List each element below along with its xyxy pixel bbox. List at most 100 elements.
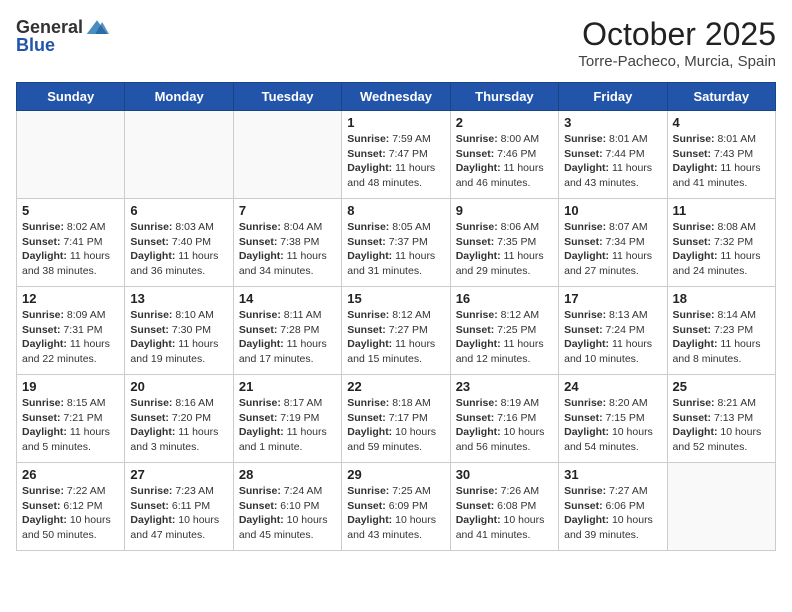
day-info: Sunrise: 8:09 AMSunset: 7:31 PMDaylight:… xyxy=(22,308,119,367)
calendar-cell: 17 Sunrise: 8:13 AMSunset: 7:24 PMDayligh… xyxy=(559,287,667,375)
header: General Blue October 2025 Torre-Pacheco,… xyxy=(16,16,776,70)
calendar-cell: 13 Sunrise: 8:10 AMSunset: 7:30 PMDayligh… xyxy=(125,287,233,375)
day-number: 14 xyxy=(239,291,336,306)
calendar-cell: 31 Sunrise: 7:27 AMSunset: 6:06 PMDayligh… xyxy=(559,463,667,551)
calendar-cell: 14 Sunrise: 8:11 AMSunset: 7:28 PMDayligh… xyxy=(233,287,341,375)
day-info: Sunrise: 7:22 AMSunset: 6:12 PMDaylight:… xyxy=(22,484,119,543)
day-number: 5 xyxy=(22,203,119,218)
day-of-week-sunday: Sunday xyxy=(17,83,125,111)
calendar-header-row: SundayMondayTuesdayWednesdayThursdayFrid… xyxy=(17,83,776,111)
day-info: Sunrise: 8:12 AMSunset: 7:25 PMDaylight:… xyxy=(456,308,553,367)
title-area: October 2025 Torre-Pacheco, Murcia, Spai… xyxy=(578,16,776,70)
calendar-cell: 6Sunrise: 8:03 AMSunset: 7:40 PMDaylight… xyxy=(125,199,233,287)
calendar-cell: 29Sunrise: 7:25 AMSunset: 6:09 PMDayligh… xyxy=(342,463,450,551)
day-info: Sunrise: 8:17 AMSunset: 7:19 PMDaylight:… xyxy=(239,396,336,455)
day-number: 11 xyxy=(673,203,770,218)
week-row-1: 1 Sunrise: 7:59 AMSunset: 7:47 PMDaylight… xyxy=(17,111,776,199)
day-info: Sunrise: 8:01 AMSunset: 7:43 PMDaylight:… xyxy=(673,132,770,191)
day-info: Sunrise: 8:11 AMSunset: 7:28 PMDaylight:… xyxy=(239,308,336,367)
day-number: 12 xyxy=(22,291,119,306)
day-number: 4 xyxy=(673,115,770,130)
day-info: Sunrise: 7:26 AMSunset: 6:08 PMDaylight:… xyxy=(456,484,553,543)
day-info: Sunrise: 8:12 AMSunset: 7:27 PMDaylight:… xyxy=(347,308,444,367)
day-info: Sunrise: 8:18 AMSunset: 7:17 PMDaylight:… xyxy=(347,396,444,455)
day-number: 7 xyxy=(239,203,336,218)
logo-blue: Blue xyxy=(16,36,55,56)
calendar-cell xyxy=(17,111,125,199)
day-number: 6 xyxy=(130,203,227,218)
day-number: 20 xyxy=(130,379,227,394)
day-info: Sunrise: 8:13 AMSunset: 7:24 PMDaylight:… xyxy=(564,308,661,367)
day-number: 31 xyxy=(564,467,661,482)
calendar-cell: 10 Sunrise: 8:07 AMSunset: 7:34 PMDayligh… xyxy=(559,199,667,287)
day-number: 1 xyxy=(347,115,444,130)
calendar-cell: 27Sunrise: 7:23 AMSunset: 6:11 PMDayligh… xyxy=(125,463,233,551)
day-number: 8 xyxy=(347,203,444,218)
day-number: 22 xyxy=(347,379,444,394)
calendar-cell: 7Sunrise: 8:04 AMSunset: 7:38 PMDaylight… xyxy=(233,199,341,287)
calendar-cell: 12 Sunrise: 8:09 AMSunset: 7:31 PMDayligh… xyxy=(17,287,125,375)
day-info: Sunrise: 8:07 AMSunset: 7:34 PMDaylight:… xyxy=(564,220,661,279)
day-info: Sunrise: 8:10 AMSunset: 7:30 PMDaylight:… xyxy=(130,308,227,367)
calendar-cell xyxy=(125,111,233,199)
day-info: Sunrise: 8:02 AMSunset: 7:41 PMDaylight:… xyxy=(22,220,119,279)
day-number: 2 xyxy=(456,115,553,130)
calendar-cell xyxy=(667,463,775,551)
day-info: Sunrise: 7:59 AMSunset: 7:47 PMDaylight:… xyxy=(347,132,444,191)
day-of-week-thursday: Thursday xyxy=(450,83,558,111)
day-of-week-wednesday: Wednesday xyxy=(342,83,450,111)
day-number: 19 xyxy=(22,379,119,394)
week-row-5: 26 Sunrise: 7:22 AMSunset: 6:12 PMDayligh… xyxy=(17,463,776,551)
calendar-cell: 5 Sunrise: 8:02 AMSunset: 7:41 PMDaylight… xyxy=(17,199,125,287)
calendar-cell: 1 Sunrise: 7:59 AMSunset: 7:47 PMDaylight… xyxy=(342,111,450,199)
week-row-4: 19 Sunrise: 8:15 AMSunset: 7:21 PMDayligh… xyxy=(17,375,776,463)
calendar-cell: 4 Sunrise: 8:01 AMSunset: 7:43 PMDaylight… xyxy=(667,111,775,199)
day-info: Sunrise: 7:24 AMSunset: 6:10 PMDaylight:… xyxy=(239,484,336,543)
day-number: 24 xyxy=(564,379,661,394)
day-number: 3 xyxy=(564,115,661,130)
day-info: Sunrise: 8:15 AMSunset: 7:21 PMDaylight:… xyxy=(22,396,119,455)
day-number: 15 xyxy=(347,291,444,306)
calendar-cell: 30 Sunrise: 7:26 AMSunset: 6:08 PMDayligh… xyxy=(450,463,558,551)
day-number: 13 xyxy=(130,291,227,306)
day-info: Sunrise: 7:27 AMSunset: 6:06 PMDaylight:… xyxy=(564,484,661,543)
day-number: 27 xyxy=(130,467,227,482)
day-number: 30 xyxy=(456,467,553,482)
day-number: 17 xyxy=(564,291,661,306)
calendar-cell: 2 Sunrise: 8:00 AMSunset: 7:46 PMDaylight… xyxy=(450,111,558,199)
day-number: 26 xyxy=(22,467,119,482)
day-number: 28 xyxy=(239,467,336,482)
logo-icon xyxy=(85,16,109,40)
day-number: 25 xyxy=(673,379,770,394)
calendar-cell: 3 Sunrise: 8:01 AMSunset: 7:44 PMDaylight… xyxy=(559,111,667,199)
week-row-2: 5 Sunrise: 8:02 AMSunset: 7:41 PMDaylight… xyxy=(17,199,776,287)
calendar-cell: 26 Sunrise: 7:22 AMSunset: 6:12 PMDayligh… xyxy=(17,463,125,551)
day-info: Sunrise: 8:21 AMSunset: 7:13 PMDaylight:… xyxy=(673,396,770,455)
calendar-cell: 24 Sunrise: 8:20 AMSunset: 7:15 PMDayligh… xyxy=(559,375,667,463)
day-number: 29 xyxy=(347,467,444,482)
location-title: Torre-Pacheco, Murcia, Spain xyxy=(578,53,776,70)
day-info: Sunrise: 8:05 AMSunset: 7:37 PMDaylight:… xyxy=(347,220,444,279)
day-number: 10 xyxy=(564,203,661,218)
day-info: Sunrise: 8:16 AMSunset: 7:20 PMDaylight:… xyxy=(130,396,227,455)
calendar: SundayMondayTuesdayWednesdayThursdayFrid… xyxy=(16,82,776,551)
day-of-week-saturday: Saturday xyxy=(667,83,775,111)
day-of-week-tuesday: Tuesday xyxy=(233,83,341,111)
calendar-cell: 9 Sunrise: 8:06 AMSunset: 7:35 PMDaylight… xyxy=(450,199,558,287)
calendar-cell: 19 Sunrise: 8:15 AMSunset: 7:21 PMDayligh… xyxy=(17,375,125,463)
calendar-cell: 15 Sunrise: 8:12 AMSunset: 7:27 PMDayligh… xyxy=(342,287,450,375)
day-number: 21 xyxy=(239,379,336,394)
day-number: 9 xyxy=(456,203,553,218)
calendar-cell: 18Sunrise: 8:14 AMSunset: 7:23 PMDayligh… xyxy=(667,287,775,375)
day-info: Sunrise: 8:19 AMSunset: 7:16 PMDaylight:… xyxy=(456,396,553,455)
calendar-cell: 22 Sunrise: 8:18 AMSunset: 7:17 PMDayligh… xyxy=(342,375,450,463)
day-number: 18 xyxy=(673,291,770,306)
day-info: Sunrise: 8:01 AMSunset: 7:44 PMDaylight:… xyxy=(564,132,661,191)
day-info: Sunrise: 8:00 AMSunset: 7:46 PMDaylight:… xyxy=(456,132,553,191)
day-info: Sunrise: 8:06 AMSunset: 7:35 PMDaylight:… xyxy=(456,220,553,279)
calendar-cell: 21 Sunrise: 8:17 AMSunset: 7:19 PMDayligh… xyxy=(233,375,341,463)
day-info: Sunrise: 8:20 AMSunset: 7:15 PMDaylight:… xyxy=(564,396,661,455)
day-number: 23 xyxy=(456,379,553,394)
calendar-cell: 11Sunrise: 8:08 AMSunset: 7:32 PMDayligh… xyxy=(667,199,775,287)
month-title: October 2025 xyxy=(578,16,776,53)
